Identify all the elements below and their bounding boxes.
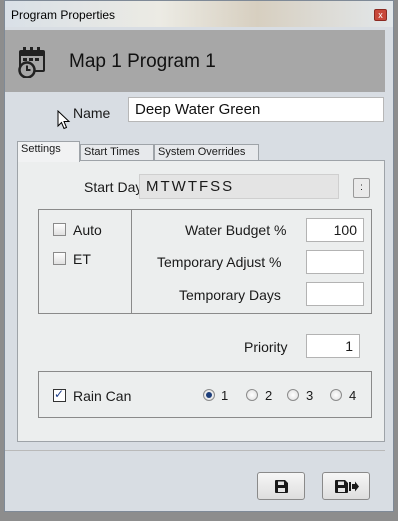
close-button[interactable]: x: [374, 9, 387, 21]
rain-can-option-3-label: 3: [306, 388, 314, 403]
mouse-pointer-icon: [57, 109, 71, 133]
floppy-disk-exit-icon: [335, 480, 359, 496]
temporary-days-input[interactable]: [306, 282, 364, 306]
auto-checkbox[interactable]: [53, 223, 66, 236]
water-budget-input[interactable]: 100: [306, 218, 364, 242]
auto-label: Auto: [73, 222, 102, 238]
et-checkbox[interactable]: [53, 252, 66, 265]
window-title: Program Properties: [11, 8, 116, 22]
rain-can-radio-2[interactable]: [246, 389, 258, 401]
temporary-adjust-input[interactable]: [306, 250, 364, 274]
start-days-picker-button[interactable]: :: [353, 178, 370, 198]
priority-label: Priority: [244, 339, 288, 355]
rain-can-checkbox[interactable]: [53, 387, 66, 402]
calendar-clock-icon: [17, 46, 51, 81]
rain-can-radio-1[interactable]: [203, 389, 215, 401]
name-label: Name: [73, 105, 111, 121]
program-header: Map 1 Program 1: [5, 30, 385, 92]
rain-can-radio-4[interactable]: [330, 389, 342, 401]
et-label: ET: [73, 251, 91, 267]
rain-can-option-4-label: 4: [349, 388, 357, 403]
rain-can-option-2-label: 2: [265, 388, 273, 403]
priority-input[interactable]: 1: [306, 334, 360, 358]
tab-start-times[interactable]: Start Times: [80, 144, 154, 161]
rain-can-option-1-label: 1: [221, 388, 229, 403]
footer-separator: [5, 450, 385, 451]
name-input[interactable]: [128, 97, 384, 122]
temporary-days-label: Temporary Days: [179, 287, 281, 303]
save-button[interactable]: [257, 472, 305, 500]
tab-settings[interactable]: Settings: [17, 141, 80, 162]
floppy-disk-icon: [275, 480, 288, 496]
water-budget-label: Water Budget %: [185, 222, 287, 238]
program-title: Map 1 Program 1: [69, 51, 216, 72]
title-bar: Program Properties x: [5, 1, 393, 27]
save-and-exit-button[interactable]: [322, 472, 370, 500]
temporary-adjust-label: Temporary Adjust %: [157, 254, 282, 270]
group-divider: [131, 210, 132, 313]
tab-system-overrides[interactable]: System Overrides: [154, 144, 259, 161]
rain-can-label: Rain Can: [73, 388, 132, 404]
rain-can-radio-3[interactable]: [287, 389, 299, 401]
start-days-field: MTWTFSS: [139, 174, 339, 199]
